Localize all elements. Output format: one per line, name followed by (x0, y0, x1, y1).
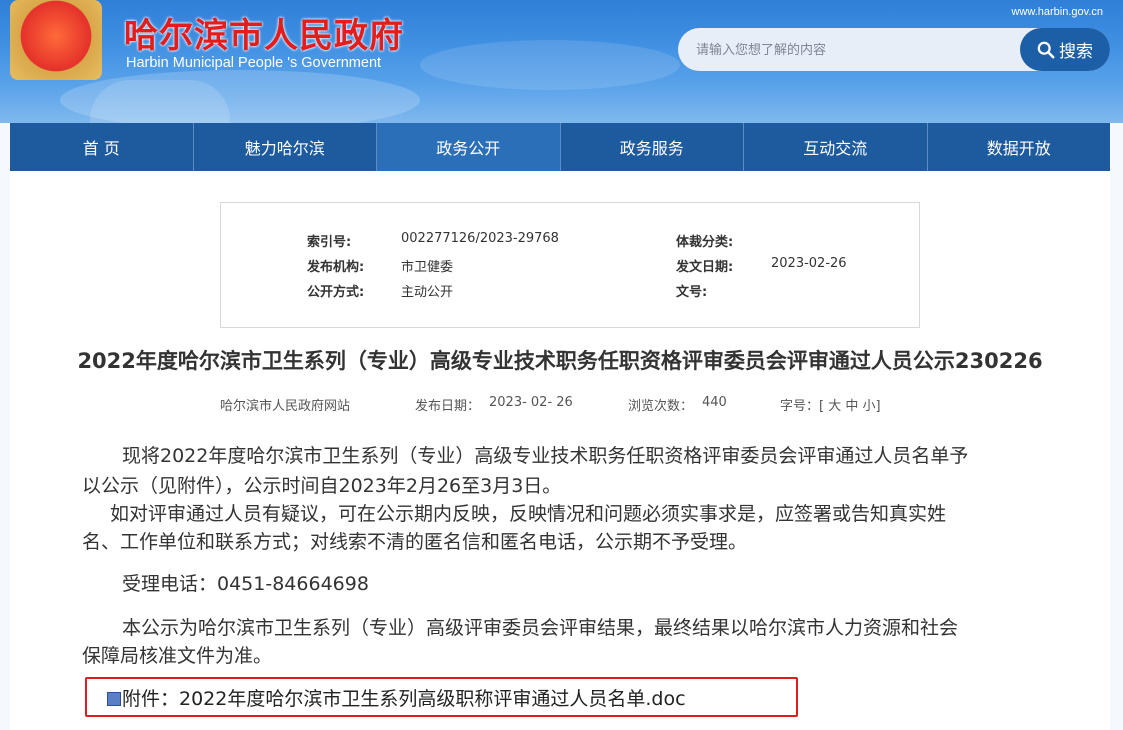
paragraph-1-line-2: 以公示（见附件），公示时间自2023年2月26至3月3日。 (82, 475, 562, 497)
nav-item-gov-affairs-open[interactable]: 政务公开 (377, 123, 561, 171)
attachment-link[interactable]: 附件：2022年度哈尔滨市卫生系列高级职称评审通过人员名单.doc (122, 684, 686, 711)
site-domain: www.harbin.gov.cn (1011, 6, 1103, 18)
doc-number-label: 文号: (676, 285, 708, 300)
site-subtitle: Harbin Municipal People 's Government (126, 55, 382, 71)
paragraph-1-line-1: 现将2022年度哈尔滨市卫生系列（专业）高级专业技术职务任职资格评审委员会评审通… (122, 445, 969, 467)
document-icon (107, 692, 121, 706)
org-value: 市卫健委 (401, 260, 454, 275)
search-box: 搜索 (678, 28, 1110, 73)
search-button-label: 搜索 (1059, 42, 1093, 62)
nav-item-charm-harbin[interactable]: 魅力哈尔滨 (194, 123, 377, 171)
contact-phone: 受理电话：0451-84664698 (122, 573, 369, 595)
paragraph-4-line-2: 保障局核准文件为准。 (82, 645, 273, 667)
main-nav: 首 页 魅力哈尔滨 政务公开 政务服务 互动交流 数据开放 (10, 123, 1110, 171)
header-cloud-decoration (420, 40, 680, 90)
index-value: 002277126/2023-29768 (401, 231, 559, 246)
article-container: 索引号: 002277126/2023-29768 体裁分类: 发布机构: 市卫… (10, 171, 1110, 730)
national-emblem-icon[interactable] (10, 0, 102, 80)
genre-label: 体裁分类: (676, 235, 734, 250)
open-method-value: 主动公开 (401, 285, 454, 300)
search-input[interactable] (694, 28, 1028, 73)
views-label: 浏览次数： (628, 399, 694, 414)
nav-item-home[interactable]: 首 页 (10, 123, 194, 171)
date-value: 2023-02-26 (771, 256, 847, 271)
date-label: 发文日期: (676, 260, 734, 275)
search-button[interactable]: 搜索 (1020, 28, 1110, 71)
nav-item-interaction[interactable]: 互动交流 (744, 123, 928, 171)
open-method-label: 公开方式: (307, 285, 365, 300)
header-building-decoration (90, 80, 230, 123)
nav-item-open-data[interactable]: 数据开放 (928, 123, 1111, 171)
publish-date-label: 发布日期： (415, 399, 481, 414)
paragraph-4-line-1: 本公示为哈尔滨市卫生系列（专业）高级评审委员会评审结果，最终结果以哈尔滨市人力资… (122, 617, 959, 639)
article-source: 哈尔滨市人民政府网站 (220, 399, 351, 414)
org-label: 发布机构: (307, 260, 365, 275)
document-meta-box: 索引号: 002277126/2023-29768 体裁分类: 发布机构: 市卫… (220, 202, 920, 328)
publish-date-value: 2023- 02- 26 (489, 395, 573, 410)
views-value: 440 (702, 395, 727, 410)
nav-item-gov-services[interactable]: 政务服务 (561, 123, 744, 171)
article-title: 2022年度哈尔滨市卫生系列（专业）高级专业技术职务任职资格评审委员会评审通过人… (77, 349, 1043, 373)
search-icon (1037, 41, 1055, 58)
site-header: 哈尔滨市人民政府 Harbin Municipal People 's Gove… (0, 0, 1123, 123)
font-size-switcher[interactable]: 字号：[ 大 中 小] (780, 395, 881, 414)
site-title[interactable]: 哈尔滨市人民政府 (124, 8, 404, 57)
attachment-highlight: 附件：2022年度哈尔滨市卫生系列高级职称评审通过人员名单.doc (85, 677, 798, 717)
paragraph-2-line-1: 如对评审通过人员有疑议，可在公示期内反映，反映情况和问题必须实事求是，应签署或告… (110, 503, 947, 525)
paragraph-2-line-2: 名、工作单位和联系方式；对线索不清的匿名信和匿名电话，公示期不予受理。 (82, 531, 748, 553)
index-label: 索引号: (307, 235, 352, 250)
